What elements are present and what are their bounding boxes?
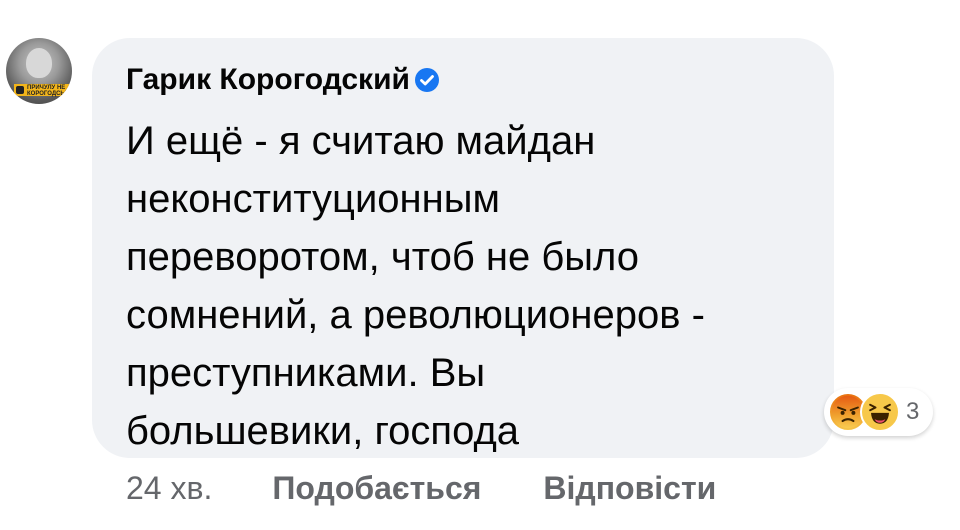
author-name[interactable]: Гарик Корогодский [126,63,410,97]
avatar-badge-text: ПРИЧУЛУ НЕ КОРОГОДСЬКИЙ [27,85,72,97]
haha-reaction-icon [860,392,900,432]
comment-text: И ещё - я считаю майдан неконституционны… [126,119,705,453]
avatar-face [26,48,52,78]
author-avatar[interactable]: ПРИЧУЛУ НЕ КОРОГОДСЬКИЙ [6,38,72,104]
comment-footer: 24 хв. Подобається Відповісти [126,466,716,510]
avatar-badge: ПРИЧУЛУ НЕ КОРОГОДСЬКИЙ [14,84,72,97]
reactions-count: 3 [906,398,920,425]
like-button[interactable]: Подобається [272,470,481,507]
avatar-badge-mark-icon [16,86,24,94]
comment-author-row: Гарик Корогодский [126,60,440,100]
reactions-summary[interactable]: 3 [824,388,934,436]
verified-badge-icon [414,68,439,92]
reply-button[interactable]: Відповісти [543,470,716,507]
comment-timestamp[interactable]: 24 хв. [126,470,212,507]
